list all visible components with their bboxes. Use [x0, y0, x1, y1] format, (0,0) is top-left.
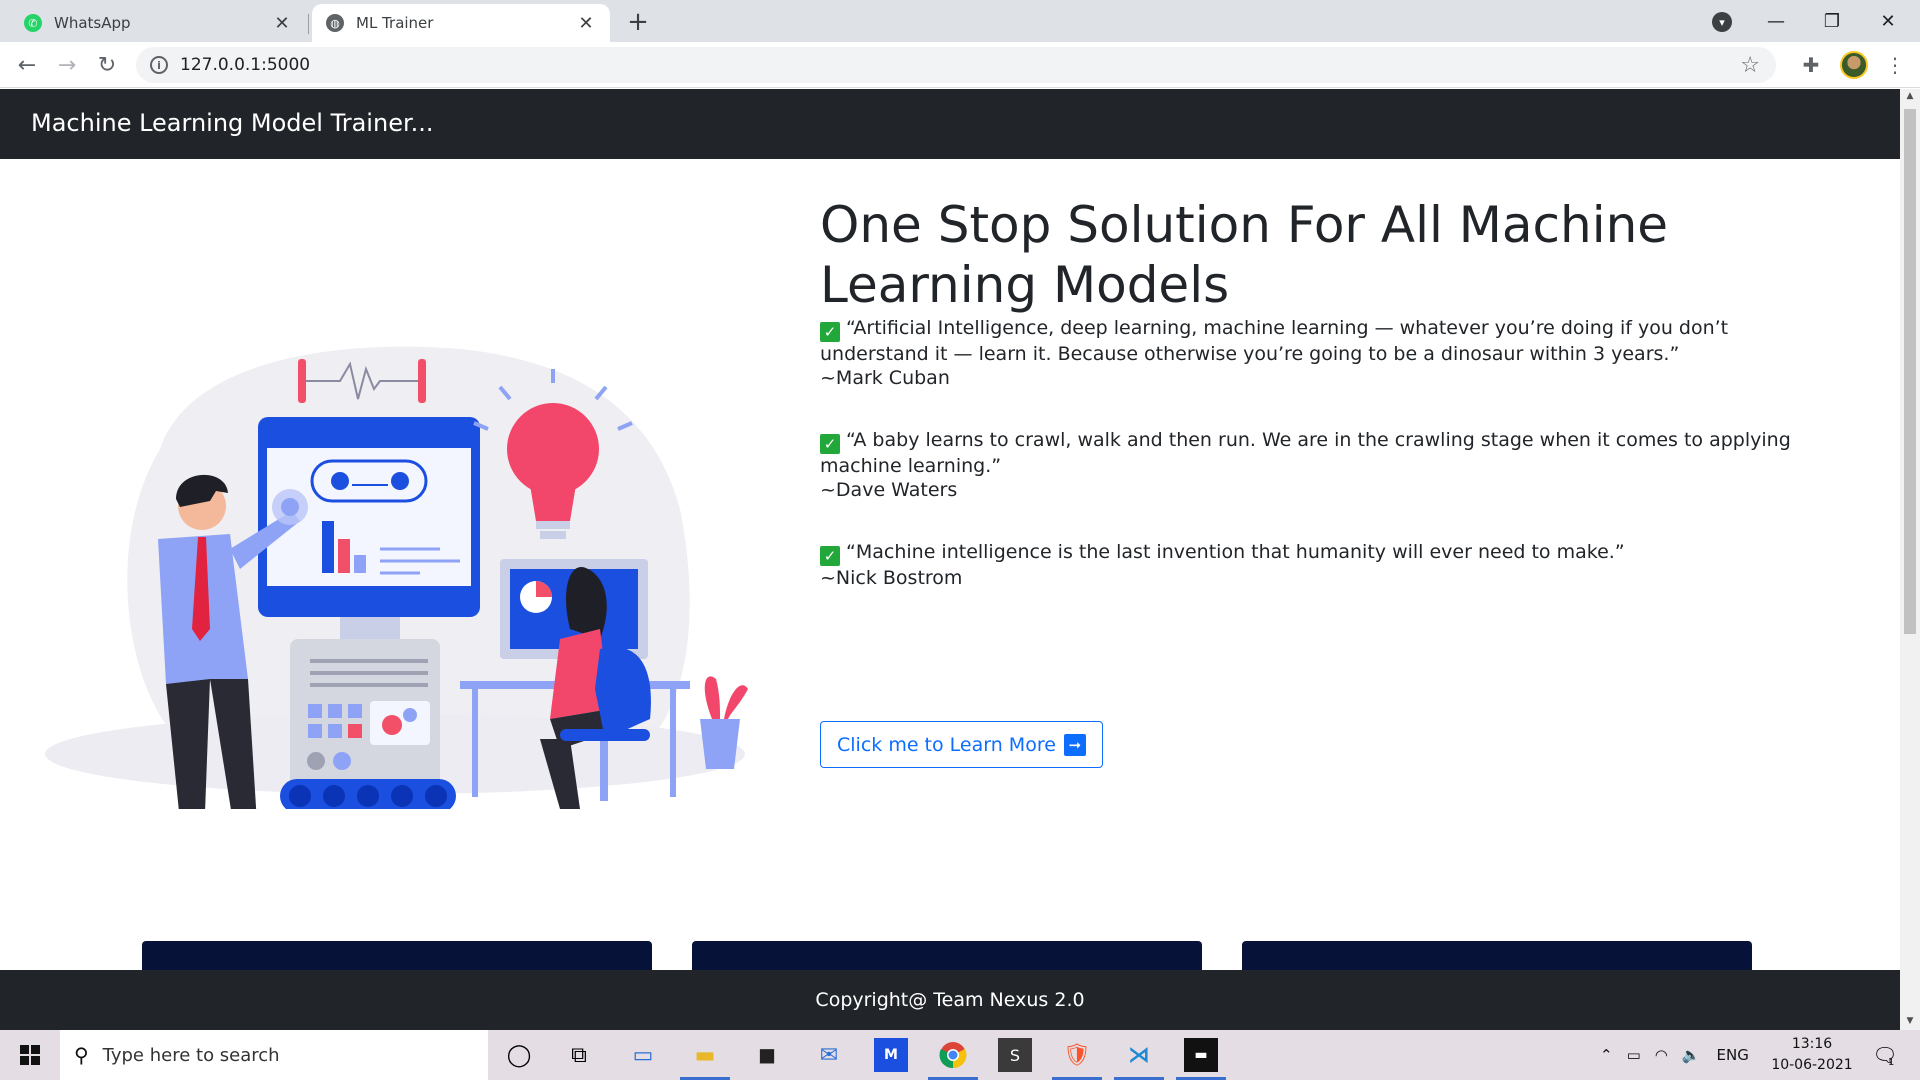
profile-avatar[interactable]: [1840, 51, 1868, 79]
brave-icon[interactable]: 🛡: [1060, 1038, 1094, 1072]
notification-center-icon[interactable]: 🗨: [1868, 1038, 1902, 1072]
browser-toolbar: ← → ↻ i 127.0.0.1:5000 ☆ ✚ ⋮: [0, 42, 1920, 88]
tab-title: ML Trainer: [356, 14, 434, 32]
sublime-text-icon[interactable]: S: [998, 1038, 1032, 1072]
tab-divider: [308, 14, 309, 34]
dev-app-icon[interactable]: M: [874, 1038, 908, 1072]
extensions-puzzle-icon[interactable]: ✚: [1796, 50, 1826, 80]
system-tray: ⌃ ▭ ◠ 🔈 ENG: [1600, 1030, 1749, 1080]
menu-kebab-icon[interactable]: ⋮: [1880, 50, 1910, 80]
learn-more-label: Click me to Learn More: [837, 733, 1056, 756]
site-navbar: Machine Learning Model Trainer...: [0, 89, 1900, 159]
close-window-button[interactable]: ✕: [1860, 4, 1916, 38]
site-brand[interactable]: Machine Learning Model Trainer...: [31, 109, 434, 137]
new-tab-button[interactable]: +: [624, 7, 652, 37]
back-button[interactable]: ←: [12, 50, 42, 80]
battery-icon[interactable]: ▭: [1627, 1046, 1641, 1064]
tab-search-icon[interactable]: ▾: [1712, 12, 1732, 32]
page-viewport: Machine Learning Model Trainer... One St…: [0, 89, 1900, 1030]
page-scrollbar[interactable]: ▲ ▼: [1900, 89, 1920, 1030]
site-info-icon[interactable]: i: [150, 56, 168, 74]
vscode-icon[interactable]: ⋊: [1122, 1038, 1156, 1072]
url-text: 127.0.0.1:5000: [180, 55, 311, 75]
site-footer: Copyright@ Team Nexus 2.0: [0, 970, 1900, 1030]
cortana-icon[interactable]: ◯: [502, 1038, 536, 1072]
notification-count: 1: [1888, 1057, 1895, 1068]
chrome-logo: [939, 1042, 967, 1069]
globe-icon: ◍: [326, 14, 344, 32]
bookmark-star-icon[interactable]: ☆: [1740, 53, 1760, 78]
browser-tab-strip: ✆ WhatsApp ✕ ◍ ML Trainer ✕ + ▾ — ❐ ✕: [0, 0, 1920, 42]
wifi-icon[interactable]: ◠: [1655, 1046, 1668, 1064]
checkmark-icon: ✓: [820, 434, 840, 454]
terminal-icon[interactable]: ▬: [1184, 1038, 1218, 1072]
quote-text: “Artificial Intelligence, deep learning,…: [820, 317, 1729, 365]
windows-taskbar: ⚲ Type here to search ◯ ⧉ ▭ ▬ ◼ ✉ M S 🛡 …: [0, 1030, 1920, 1080]
tab-title: WhatsApp: [54, 14, 131, 32]
scroll-up-arrow-icon[interactable]: ▲: [1904, 91, 1916, 103]
tab-whatsapp[interactable]: ✆ WhatsApp ✕: [10, 4, 306, 42]
quote-author: ~Nick Bostrom: [820, 567, 963, 589]
scroll-down-arrow-icon[interactable]: ▼: [1904, 1016, 1916, 1028]
search-placeholder: Type here to search: [102, 1044, 280, 1066]
reload-button[interactable]: ↻: [92, 50, 122, 80]
restore-button[interactable]: ❐: [1804, 4, 1860, 38]
learn-more-button[interactable]: Click me to Learn More ➞: [820, 721, 1103, 768]
clock-date: 10-06-2021: [1771, 1057, 1853, 1073]
windows-start-button[interactable]: [0, 1030, 60, 1080]
hero-title: One Stop Solution For All Machine Learni…: [820, 196, 1669, 314]
taskbar-clock[interactable]: 13:16 10-06-2021: [1762, 1034, 1862, 1076]
close-icon[interactable]: ✕: [576, 13, 596, 34]
windows-logo-icon: [20, 1045, 40, 1065]
quote-author: ~Dave Waters: [820, 479, 958, 501]
address-bar[interactable]: i 127.0.0.1:5000 ☆: [136, 47, 1776, 83]
footer-copyright: Copyright@ Team Nexus 2.0: [815, 989, 1085, 1011]
arrow-right-icon: ➞: [1063, 733, 1086, 756]
task-view-icon[interactable]: ⧉: [562, 1038, 596, 1072]
search-icon: ⚲: [74, 1043, 89, 1067]
this-pc-icon[interactable]: ▭: [626, 1038, 660, 1072]
quote-author: ~Mark Cuban: [820, 367, 950, 389]
file-explorer-icon[interactable]: ▬: [688, 1038, 722, 1072]
chrome-icon[interactable]: [936, 1038, 970, 1072]
forward-button[interactable]: →: [52, 50, 82, 80]
scrollbar-thumb[interactable]: [1904, 109, 1916, 634]
quote-block: ✓ “Machine intelligence is the last inven…: [820, 540, 1830, 590]
chevron-up-icon[interactable]: ⌃: [1600, 1046, 1613, 1064]
language-indicator[interactable]: ENG: [1717, 1046, 1749, 1064]
minimize-button[interactable]: —: [1748, 4, 1804, 38]
quote-text: “A baby learns to crawl, walk and then r…: [820, 429, 1791, 477]
tab-ml-trainer[interactable]: ◍ ML Trainer ✕: [312, 4, 610, 42]
volume-icon[interactable]: 🔈: [1682, 1046, 1701, 1064]
whatsapp-icon: ✆: [24, 14, 42, 32]
clock-time: 13:16: [1791, 1036, 1833, 1052]
quote-block: ✓ “Artificial Intelligence, deep learning…: [820, 316, 1830, 390]
quote-text: “Machine intelligence is the last invent…: [846, 541, 1625, 563]
quote-block: ✓ “A baby learns to crawl, walk and then …: [820, 428, 1830, 502]
mail-icon[interactable]: ✉: [812, 1038, 846, 1072]
checkmark-icon: ✓: [820, 546, 840, 566]
taskbar-search-box[interactable]: ⚲ Type here to search: [60, 1030, 488, 1080]
close-icon[interactable]: ✕: [272, 13, 292, 34]
store-icon[interactable]: ◼: [750, 1038, 784, 1072]
checkmark-icon: ✓: [820, 322, 840, 342]
ml-team-illustration: [45, 346, 748, 809]
